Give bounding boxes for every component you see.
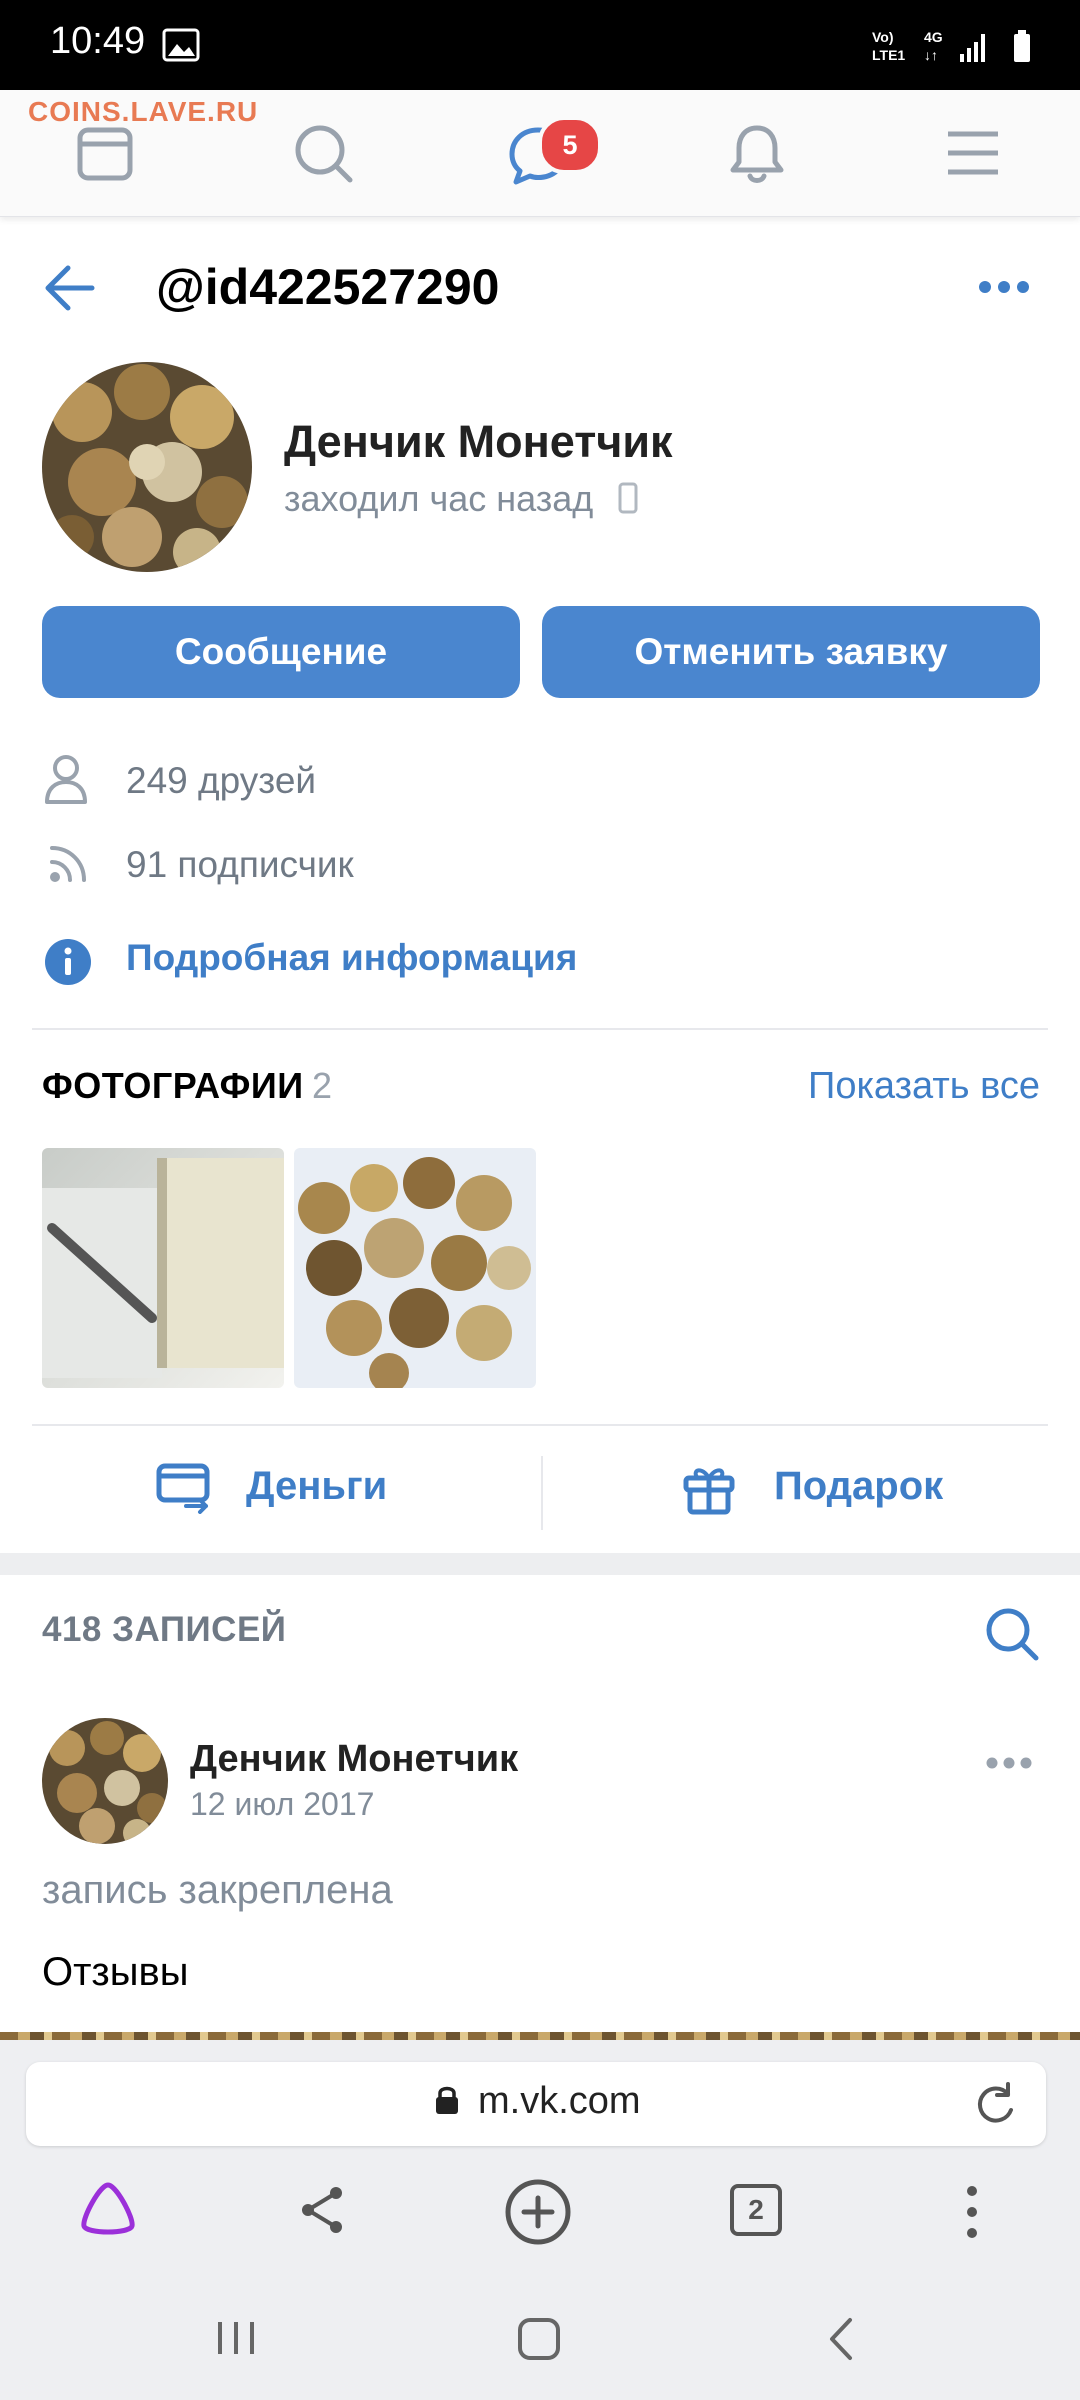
post-author-avatar[interactable]: [42, 1718, 168, 1844]
alice-assistant-icon[interactable]: [78, 2180, 138, 2236]
divider: [32, 1028, 1048, 1030]
money-transfer-icon: [156, 1463, 210, 1514]
photos-count: 2: [312, 1065, 333, 1106]
post-author-name[interactable]: Денчик Монетчик: [190, 1738, 518, 1781]
message-button[interactable]: Сообщение: [42, 606, 520, 698]
friends-count[interactable]: 249 друзей: [126, 760, 316, 802]
search-icon[interactable]: [292, 122, 356, 186]
status-time: 10:49: [50, 20, 146, 62]
section-separator: [0, 1553, 1080, 1575]
share-icon[interactable]: [298, 2184, 346, 2236]
photo-thumbnail-reviews[interactable]: [42, 1148, 284, 1388]
avatar[interactable]: [42, 362, 252, 572]
coins-avatar-image: [42, 362, 252, 572]
back-icon[interactable]: [826, 2316, 856, 2362]
post-text: Отзывы: [42, 1950, 189, 1994]
gift-icon: [683, 1468, 735, 1515]
user-icon: [45, 755, 87, 804]
svg-text:4G: 4G: [924, 29, 943, 45]
add-tab-icon[interactable]: [504, 2178, 572, 2246]
svg-text:Vo): Vo): [872, 29, 894, 45]
reload-icon[interactable]: [974, 2082, 1018, 2126]
post-options-icon[interactable]: [986, 1756, 1032, 1770]
page-title: @id422527290: [156, 259, 500, 315]
menu-icon[interactable]: [946, 130, 1000, 176]
svg-text:↓↑: ↓↑: [924, 47, 938, 63]
url-text[interactable]: m.vk.com: [478, 2080, 641, 2123]
svg-text:LTE1: LTE1: [872, 47, 905, 63]
notifications-bell-icon[interactable]: [726, 120, 788, 186]
search-posts-icon[interactable]: [982, 1604, 1042, 1664]
followers-count[interactable]: 91 подписчик: [126, 844, 354, 886]
show-all-photos-link[interactable]: Показать все: [808, 1065, 1040, 1108]
profile-name: Денчик Монетчик: [284, 416, 673, 467]
last-seen-status: заходил час назад: [284, 478, 594, 519]
divider: [541, 1456, 543, 1530]
posts-count-title: 418 ЗАПИСЕЙ: [42, 1610, 287, 1649]
coins-pile-image: [294, 1148, 536, 1388]
recent-apps-icon[interactable]: [214, 2318, 258, 2358]
reviews-book-image: [42, 1148, 284, 1388]
tabs-count-button[interactable]: 2: [730, 2184, 782, 2236]
mobile-device-icon: [618, 482, 638, 514]
coins-avatar-image: [42, 1718, 168, 1844]
info-icon: [45, 939, 91, 985]
status-icons: Vo) LTE1 4G ↓↑: [872, 29, 1030, 63]
post-date[interactable]: 12 июл 2017: [190, 1786, 374, 1823]
pinned-label: запись закреплена: [42, 1868, 393, 1912]
rss-feed-icon: [50, 846, 86, 882]
browser-menu-icon[interactable]: [960, 2184, 984, 2240]
watermark: COINS.LAVE.RU: [28, 96, 259, 127]
lock-icon: [436, 2086, 458, 2114]
back-arrow-icon[interactable]: [42, 264, 96, 312]
messages-badge: 5: [538, 116, 602, 174]
gallery-notification-icon: [162, 28, 200, 62]
home-icon[interactable]: [516, 2316, 562, 2362]
gift-button[interactable]: Подарок: [774, 1464, 943, 1509]
divider: [32, 1424, 1048, 1426]
details-link[interactable]: Подробная информация: [126, 937, 577, 979]
photos-section-title: ФОТОГРАФИИ: [42, 1065, 304, 1106]
photo-thumbnail-coins[interactable]: [294, 1148, 536, 1388]
more-options-icon[interactable]: [978, 280, 1030, 294]
cancel-request-button[interactable]: Отменить заявку: [542, 606, 1040, 698]
news-feed-icon[interactable]: [76, 124, 136, 184]
money-button[interactable]: Деньги: [246, 1464, 387, 1509]
